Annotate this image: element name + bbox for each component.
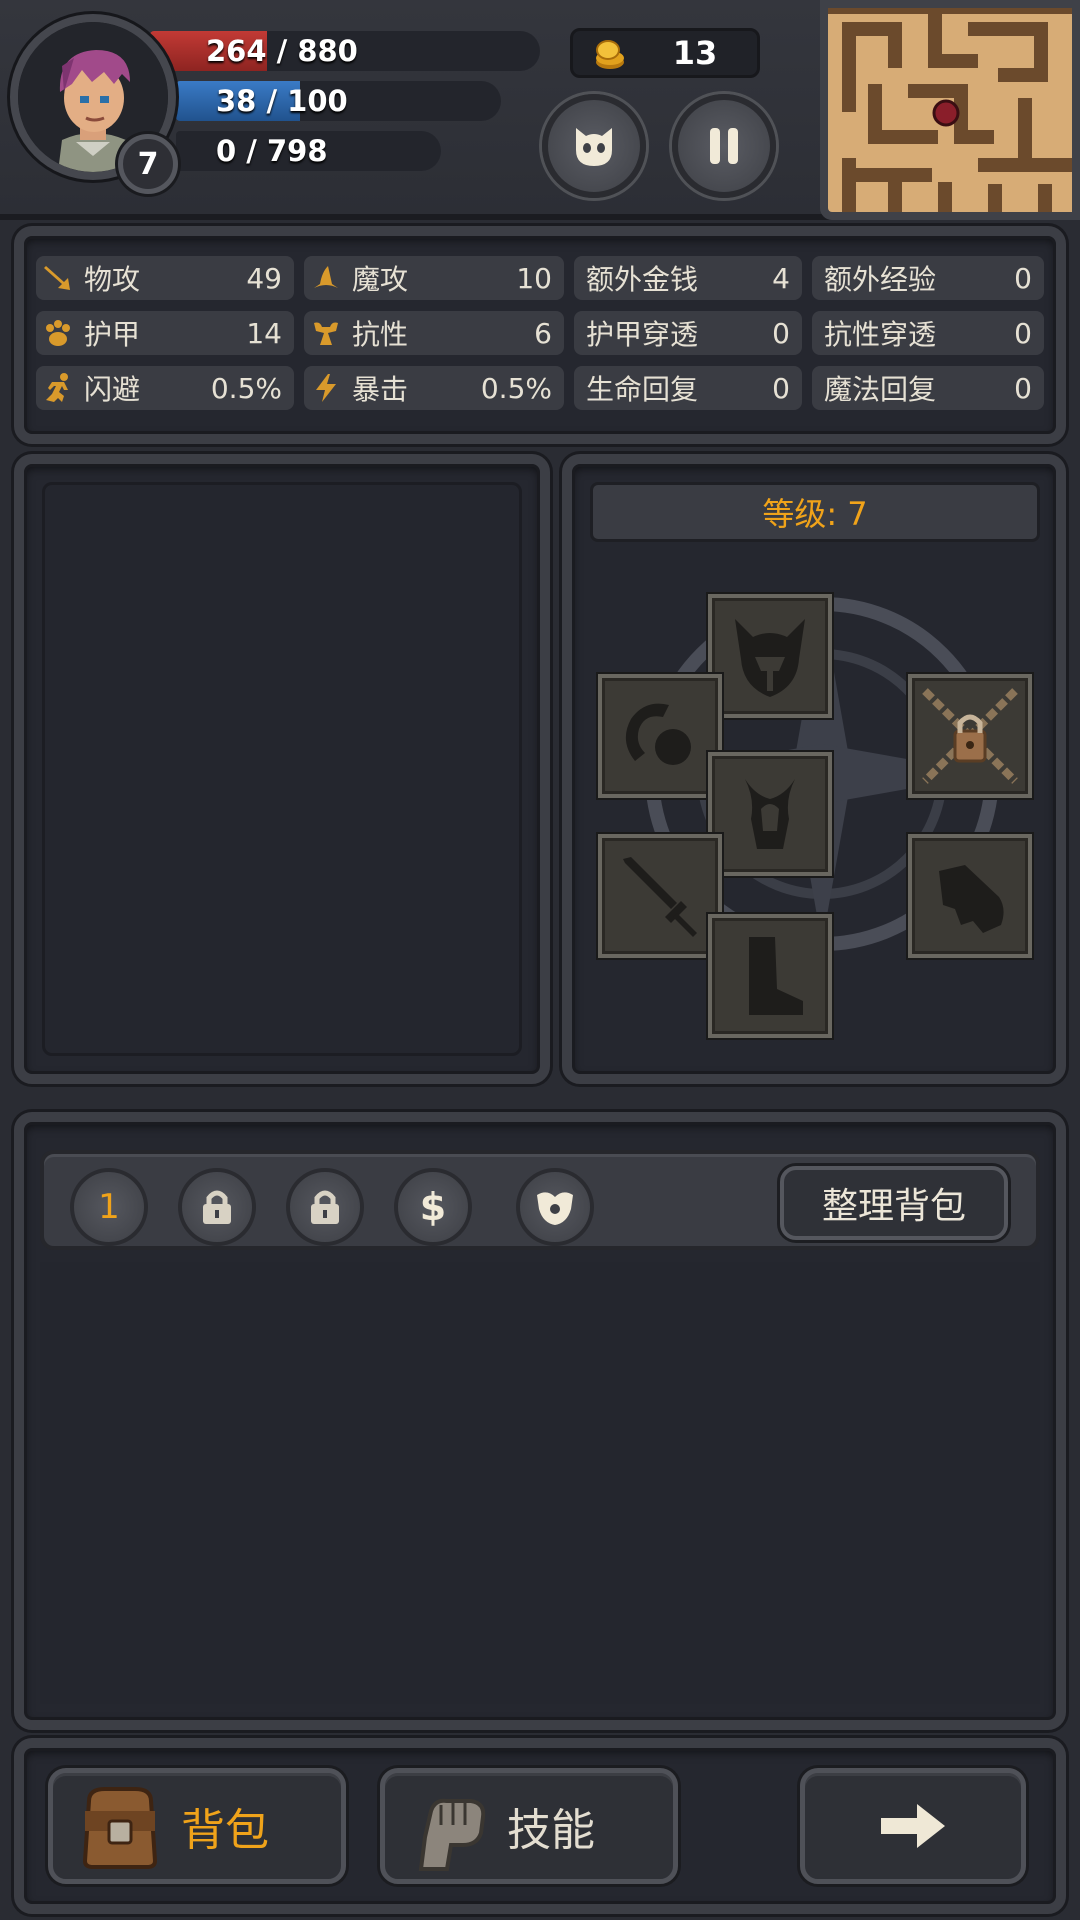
nav-bag-label: 背包 <box>181 1805 269 1856</box>
boots-slot[interactable] <box>708 914 832 1038</box>
stats-panel: 物攻 49 魔攻 10 额外金钱 4 额外经验 0 护甲 14 抗性 6 护甲穿… <box>14 226 1066 444</box>
hp-text: 264 / 880 <box>206 34 358 68</box>
item-detail-panel <box>14 454 550 1084</box>
inventory-tab-locked-2[interactable] <box>286 1168 364 1246</box>
item-detail-area <box>42 482 522 1056</box>
stat-extra-exp: 额外经验 0 <box>812 256 1044 300</box>
stat-resistance: 抗性 6 <box>304 311 564 355</box>
chain-lock-icon <box>922 688 1018 784</box>
armor-icon <box>745 779 795 849</box>
hp-bar: 264 / 880 <box>150 31 540 71</box>
monster-info-button[interactable] <box>542 94 646 198</box>
ring-slot[interactable] <box>598 674 722 798</box>
xp-bar: 0 / 798 <box>176 131 441 171</box>
fist-icon <box>418 1798 486 1871</box>
stat-armor: 护甲 14 <box>36 311 294 355</box>
inventory-tab-armor[interactable] <box>516 1168 594 1246</box>
inventory-toolbar: 1 $ 整理背包 <box>40 1150 1040 1250</box>
mp-bar: 38 / 100 <box>176 81 501 121</box>
sword-icon <box>36 262 80 294</box>
xp-text: 0 / 798 <box>216 134 328 168</box>
mp-text: 38 / 100 <box>216 84 348 118</box>
inventory-tab-shop[interactable]: $ <box>394 1168 472 1246</box>
flex-arm-icon <box>304 317 348 349</box>
running-icon <box>36 372 80 404</box>
lightning-icon <box>304 372 348 404</box>
next-button[interactable] <box>800 1768 1026 1884</box>
stat-physical-attack: 物攻 49 <box>36 256 294 300</box>
player-level-badge: 7 <box>118 134 178 194</box>
nav-skill-button[interactable]: 技能 <box>380 1768 678 1884</box>
helmet-icon <box>735 619 805 697</box>
arrow-right-icon <box>881 1804 945 1848</box>
armor-slot[interactable] <box>708 752 832 876</box>
lock-icon <box>311 1190 339 1224</box>
boot-icon <box>749 937 803 1015</box>
inventory-grid[interactable] <box>40 1262 1040 1704</box>
stat-resist-pen: 抗性穿透 0 <box>812 311 1044 355</box>
gold-amount: 13 <box>672 34 718 72</box>
minimap[interactable] <box>820 0 1080 220</box>
inventory-panel: 1 $ 整理背包 <box>14 1112 1066 1730</box>
locked-slot[interactable] <box>908 674 1032 798</box>
ring-icon <box>625 703 691 765</box>
minimap-maze <box>828 8 1072 212</box>
top-hud: 264 / 880 38 / 100 0 / 798 7 13 <box>0 0 1080 220</box>
nav-bag-button[interactable]: 背包 <box>48 1768 346 1884</box>
bottom-nav: 背包 技能 <box>14 1738 1066 1914</box>
gold-counter: 13 <box>570 28 760 78</box>
gold-coin-icon <box>596 40 624 69</box>
lock-icon <box>203 1190 231 1224</box>
pause-icon <box>710 128 738 164</box>
wizard-hat-icon <box>304 262 348 294</box>
inventory-tab-1[interactable]: 1 <box>70 1168 148 1246</box>
monster-icon <box>576 128 612 166</box>
backpack-icon <box>82 1787 158 1869</box>
pause-button[interactable] <box>672 94 776 198</box>
stat-hp-regen: 生命回复 0 <box>574 366 802 410</box>
stat-magic-attack: 魔攻 10 <box>304 256 564 300</box>
armor-filter-icon <box>537 1192 573 1225</box>
weapon-slot[interactable] <box>598 834 722 958</box>
sword-slot-icon <box>623 857 697 937</box>
paw-icon <box>36 317 80 349</box>
stat-dodge: 闪避 0.5% <box>36 366 294 410</box>
inventory-tab-locked-1[interactable] <box>178 1168 256 1246</box>
player-marker-icon <box>932 99 960 127</box>
dollar-icon: $ <box>419 1185 447 1229</box>
stat-extra-gold: 额外金钱 4 <box>574 256 802 300</box>
stat-mp-regen: 魔法回复 0 <box>812 366 1044 410</box>
helmet-slot[interactable] <box>708 594 832 718</box>
stat-armor-pen: 护甲穿透 0 <box>574 311 802 355</box>
nav-skill-label: 技能 <box>507 1805 595 1856</box>
equipment-panel: 等级: 7 <box>562 454 1066 1084</box>
glove-slot[interactable] <box>908 834 1032 958</box>
glove-icon <box>939 865 1004 933</box>
sort-inventory-button[interactable]: 整理背包 <box>780 1166 1008 1240</box>
stat-crit: 暴击 0.5% <box>304 366 564 410</box>
equipment-level-label: 等级: 7 <box>590 482 1040 542</box>
